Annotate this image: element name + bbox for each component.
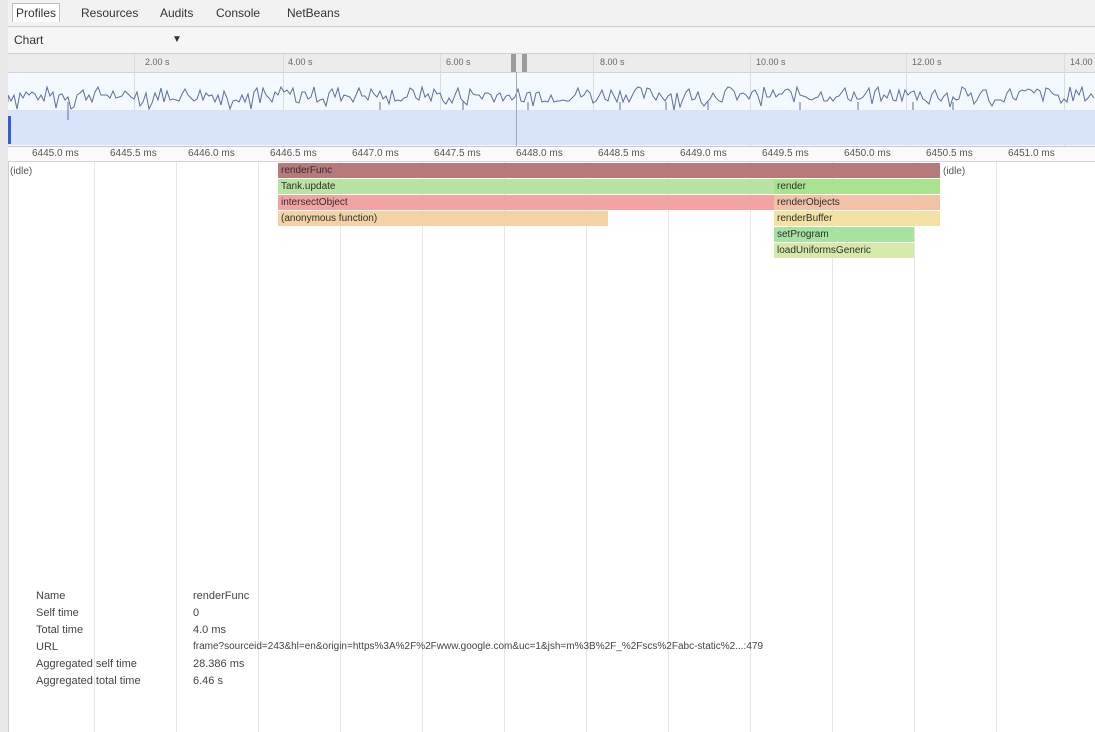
chevron-down-icon: ▼	[172, 34, 182, 45]
frame-details-panel: Name renderFunc Self time 0 Total time 4…	[36, 588, 1095, 728]
ruler-tick: 6445.0 ms	[32, 148, 79, 159]
frame-setprogram[interactable]: setProgram	[774, 227, 914, 242]
detail-value: renderFunc	[193, 590, 250, 602]
overview-tick: 14.00	[1070, 57, 1093, 67]
ruler-tick: 6449.0 ms	[680, 148, 727, 159]
frame-renderfunc[interactable]: renderFunc	[278, 163, 940, 178]
frame-intersectobject[interactable]: intersectObject	[278, 195, 774, 210]
frame-anonymous-function[interactable]: (anonymous function)	[278, 211, 608, 226]
tab-profiles[interactable]: Profiles	[12, 3, 61, 22]
overview-right-handle[interactable]	[522, 54, 527, 72]
ruler-tick: 6451.0 ms	[1008, 148, 1055, 159]
overview-tick: 10.00 s	[756, 57, 786, 67]
overview-left-handle[interactable]	[511, 54, 516, 72]
frame-renderobjects[interactable]: renderObjects	[774, 195, 940, 210]
ruler-tick: 6447.5 ms	[434, 148, 481, 159]
frame-renderbuffer[interactable]: renderBuffer	[774, 211, 940, 226]
tab-netbeans[interactable]: NetBeans	[284, 4, 343, 22]
frame-tank-update[interactable]: Tank.update	[278, 179, 774, 194]
ruler-tick: 6447.0 ms	[352, 148, 399, 159]
timeline-overview[interactable]: 2.00 s 4.00 s 6.00 s 8.00 s 10.00 s 12.0…	[8, 54, 1095, 147]
idle-label: (idle)	[10, 166, 33, 177]
detail-value: 0	[193, 607, 200, 619]
overview-selection-marker	[516, 72, 517, 146]
detail-label: Name	[36, 590, 66, 602]
view-toolbar: Chart ▼	[8, 27, 1095, 54]
overview-activity-graph	[8, 85, 1095, 120]
overview-tick: 12.00 s	[912, 57, 942, 67]
detail-url-link[interactable]: frame?sourceid=243&hl=en&origin=https%3A…	[193, 639, 763, 655]
overview-ruler: 2.00 s 4.00 s 6.00 s 8.00 s 10.00 s 12.0…	[8, 54, 1095, 73]
overview-tick: 8.00 s	[600, 57, 625, 67]
detail-value: 4.0 ms	[193, 624, 227, 636]
detail-value: 28.386 ms	[193, 658, 245, 670]
tab-resources[interactable]: Resources	[78, 4, 141, 22]
detail-value: 6.46 s	[193, 675, 223, 687]
idle-label: (idle)	[943, 166, 966, 177]
time-ruler: 6445.0 ms 6445.5 ms 6446.0 ms 6446.5 ms …	[8, 147, 1095, 162]
ruler-tick: 6445.5 ms	[110, 148, 157, 159]
ruler-tick: 6446.0 ms	[188, 148, 235, 159]
detail-label: URL	[36, 641, 59, 653]
tab-bar: Profiles Resources Audits Console NetBea…	[8, 0, 1095, 27]
view-mode-select[interactable]: Chart ▼	[14, 31, 184, 49]
overview-tick: 2.00 s	[145, 57, 170, 67]
ruler-tick: 6450.0 ms	[844, 148, 891, 159]
overview-activity-line	[8, 85, 1095, 111]
devtools-window: Profiles Resources Audits Console NetBea…	[0, 0, 1095, 732]
detail-label: Aggregated total time	[36, 675, 141, 687]
detail-label: Aggregated self time	[36, 658, 137, 670]
tab-console[interactable]: Console	[213, 4, 263, 22]
frame-loaduniformsgeneric[interactable]: loadUniformsGeneric	[774, 243, 914, 258]
ruler-tick: 6446.5 ms	[270, 148, 317, 159]
overview-tick: 4.00 s	[288, 57, 313, 67]
view-mode-value: Chart	[14, 33, 44, 47]
overview-tick: 6.00 s	[446, 57, 471, 67]
frame-render[interactable]: render	[774, 179, 940, 194]
ruler-tick: 6449.5 ms	[762, 148, 809, 159]
tab-audits[interactable]: Audits	[157, 4, 196, 22]
detail-label: Self time	[36, 607, 79, 619]
ruler-tick: 6448.0 ms	[516, 148, 563, 159]
ruler-tick: 6448.5 ms	[598, 148, 645, 159]
ruler-tick: 6450.5 ms	[926, 148, 973, 159]
detail-label: Total time	[36, 624, 84, 636]
